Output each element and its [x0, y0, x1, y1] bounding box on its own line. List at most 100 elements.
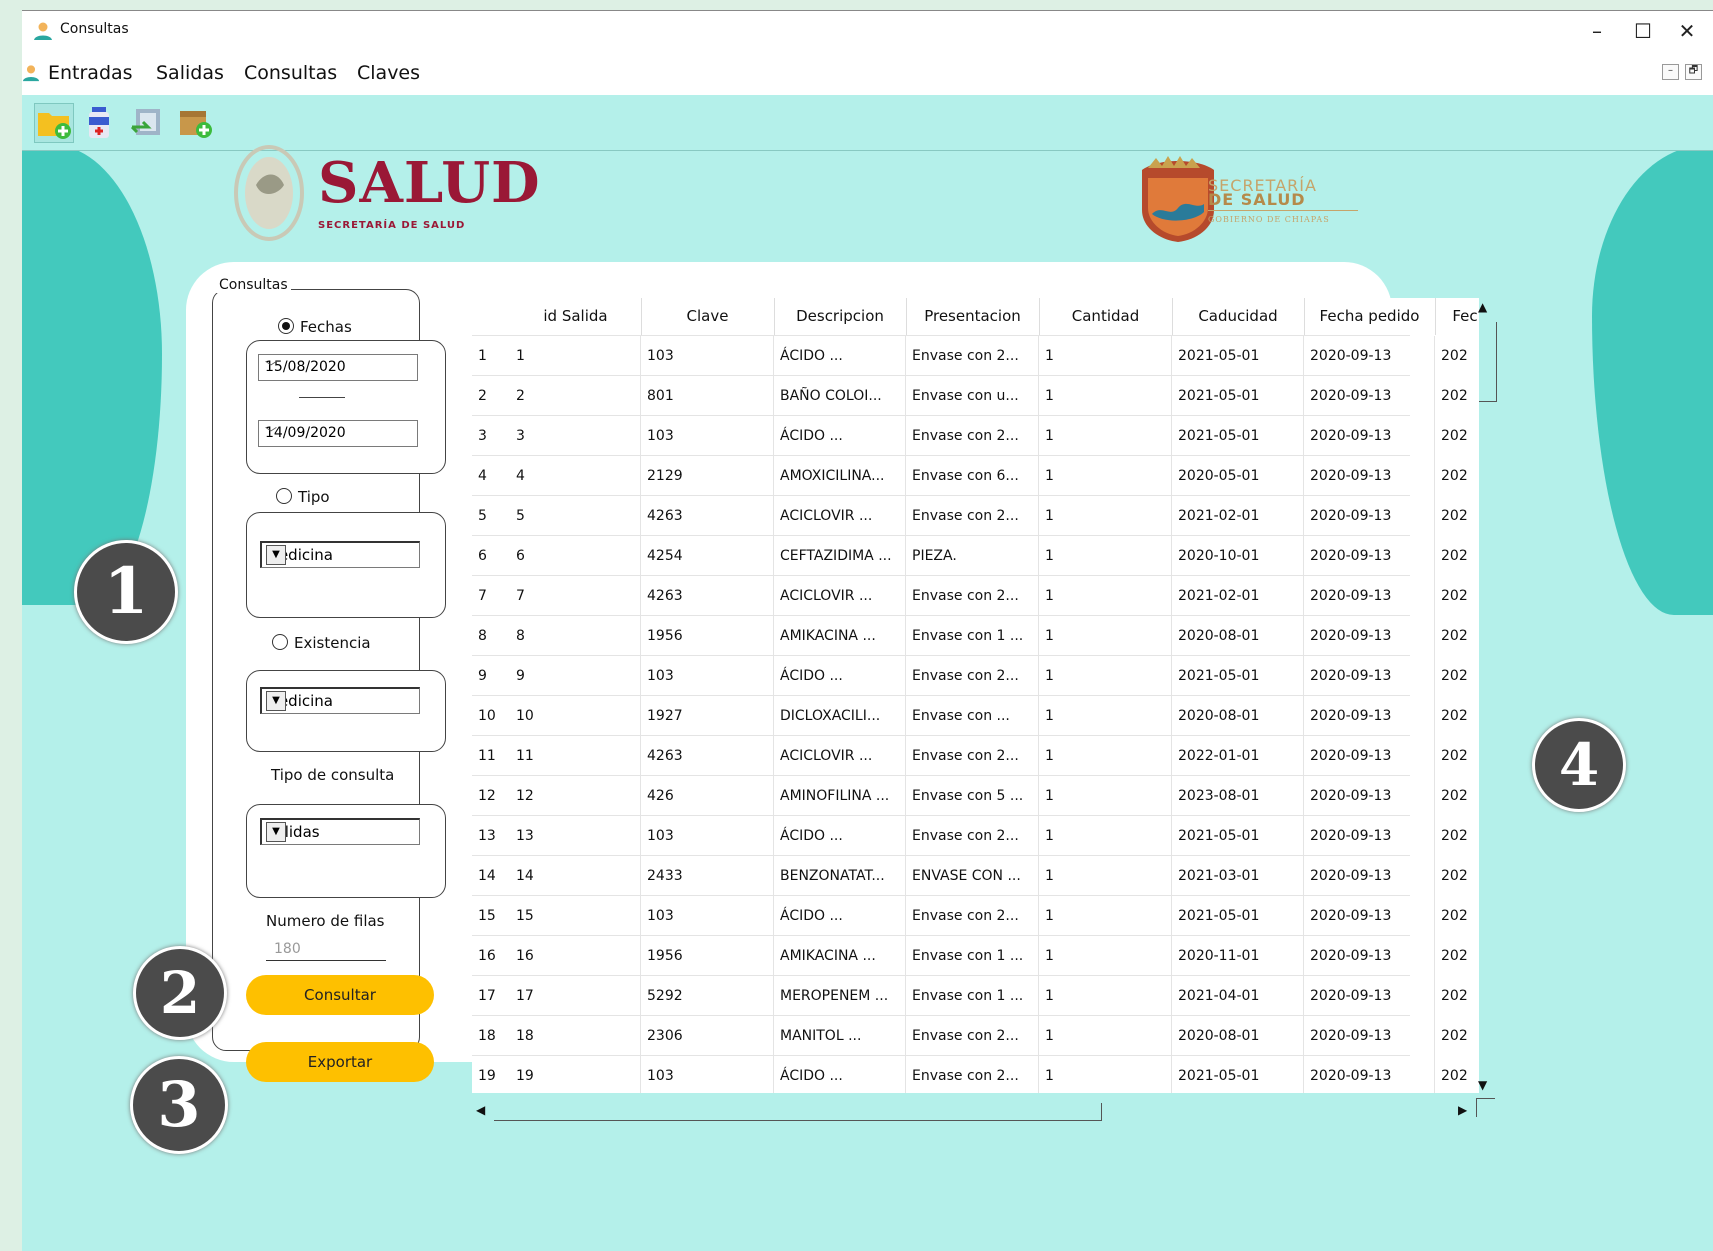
- table-cell[interactable]: 1: [1039, 576, 1172, 616]
- table-cell[interactable]: Envase con 2...: [906, 736, 1039, 776]
- table-cell[interactable]: 202: [1435, 736, 1479, 776]
- table-cell[interactable]: MEROPENEM ...: [774, 976, 906, 1016]
- table-cell[interactable]: ACICLOVIR ...: [774, 736, 906, 776]
- table-cell[interactable]: 4: [510, 456, 641, 496]
- table-row[interactable]: 12 12 426 AMINOFILINA ... Envase con 5 ... 1 2…: [472, 775, 1468, 816]
- column-header[interactable]: Clave: [641, 298, 775, 335]
- table-cell[interactable]: 2020-09-13: [1304, 896, 1435, 936]
- dropdown-arrow-icon[interactable]: ▼: [266, 545, 286, 565]
- radio-dot[interactable]: [272, 634, 288, 650]
- table-cell[interactable]: 1: [1039, 456, 1172, 496]
- table-row[interactable]: 2 2 801 BAÑO COLOI... Envase con u... 1 2021-0…: [472, 375, 1468, 416]
- table-cell[interactable]: 202: [1435, 776, 1479, 816]
- table-cell[interactable]: ÁCIDO ...: [774, 1056, 906, 1093]
- table-cell[interactable]: 2020-05-01: [1172, 456, 1304, 496]
- table-cell[interactable]: ÁCIDO ...: [774, 416, 906, 456]
- table-cell[interactable]: 11: [510, 736, 641, 776]
- table-cell[interactable]: Envase con 2...: [906, 496, 1039, 536]
- radio-existencia[interactable]: Existencia: [272, 634, 371, 652]
- table-cell[interactable]: 1: [1039, 1016, 1172, 1056]
- table-cell[interactable]: 202: [1435, 416, 1479, 456]
- table-cell[interactable]: 1: [1039, 656, 1172, 696]
- table-cell[interactable]: 2433: [641, 856, 774, 896]
- table-cell[interactable]: 4263: [641, 496, 774, 536]
- table-cell[interactable]: Envase con 1 ...: [906, 976, 1039, 1016]
- table-cell[interactable]: 202: [1435, 976, 1479, 1016]
- row-header-cell[interactable]: 12: [472, 776, 510, 816]
- table-cell[interactable]: 12: [510, 776, 641, 816]
- row-header-cell[interactable]: 2: [472, 376, 510, 416]
- table-cell[interactable]: 202: [1435, 616, 1479, 656]
- vertical-scrollbar-thumb[interactable]: [1479, 322, 1497, 402]
- table-cell[interactable]: 2021-05-01: [1172, 656, 1304, 696]
- table-cell[interactable]: 4263: [641, 736, 774, 776]
- table-cell[interactable]: 2020-09-13: [1304, 456, 1435, 496]
- menu-consultas[interactable]: Consultas: [244, 62, 337, 84]
- mdi-minimize-button[interactable]: –: [1662, 64, 1679, 80]
- table-cell[interactable]: 2020-09-13: [1304, 336, 1435, 376]
- row-header-cell[interactable]: 14: [472, 856, 510, 896]
- table-cell[interactable]: ÁCIDO ...: [774, 816, 906, 856]
- consultar-button[interactable]: Consultar: [246, 975, 434, 1015]
- table-cell[interactable]: 1: [1039, 416, 1172, 456]
- table-cell[interactable]: 16: [510, 936, 641, 976]
- table-row[interactable]: 4 4 2129 AMOXICILINA... Envase con 6... 1 2020…: [472, 455, 1468, 496]
- table-cell[interactable]: 2020-09-13: [1304, 736, 1435, 776]
- date-to-picker[interactable]: 14/09/2020 ﹀: [258, 420, 418, 447]
- table-cell[interactable]: BAÑO COLOI...: [774, 376, 906, 416]
- table-cell[interactable]: Envase con 2...: [906, 1056, 1039, 1093]
- box-add-icon[interactable]: [176, 103, 214, 141]
- table-cell[interactable]: Envase con 5 ...: [906, 776, 1039, 816]
- row-header-cell[interactable]: 5: [472, 496, 510, 536]
- table-cell[interactable]: 1: [1039, 976, 1172, 1016]
- table-cell[interactable]: Envase con 1 ...: [906, 616, 1039, 656]
- table-cell[interactable]: 2020-08-01: [1172, 1016, 1304, 1056]
- table-cell[interactable]: 3: [510, 416, 641, 456]
- table-cell[interactable]: 2021-05-01: [1172, 376, 1304, 416]
- table-cell[interactable]: 202: [1435, 816, 1479, 856]
- existencia-select[interactable]: Medicina ▼: [260, 687, 420, 714]
- row-header-cell[interactable]: 11: [472, 736, 510, 776]
- table-cell[interactable]: 1: [1039, 896, 1172, 936]
- table-cell[interactable]: 14: [510, 856, 641, 896]
- table-cell[interactable]: 9: [510, 656, 641, 696]
- row-header-cell[interactable]: 4: [472, 456, 510, 496]
- tipo-consulta-select[interactable]: Salidas ▼: [260, 818, 420, 845]
- column-header[interactable]: Presentacion: [906, 298, 1040, 335]
- table-row[interactable]: 19 19 103 ÁCIDO ... Envase con 2... 1 2021-05-…: [472, 1055, 1468, 1093]
- table-cell[interactable]: 15: [510, 896, 641, 936]
- table-cell[interactable]: 426: [641, 776, 774, 816]
- table-row[interactable]: 6 6 4254 CEFTAZIDIMA ... PIEZA. 1 2020-10-01 20…: [472, 535, 1468, 576]
- table-cell[interactable]: Envase con 2...: [906, 1016, 1039, 1056]
- row-header-cell[interactable]: 18: [472, 1016, 510, 1056]
- table-cell[interactable]: 2020-09-13: [1304, 1016, 1435, 1056]
- table-cell[interactable]: 1: [1039, 936, 1172, 976]
- column-header[interactable]: id Salida: [510, 298, 642, 335]
- table-cell[interactable]: 2021-05-01: [1172, 416, 1304, 456]
- table-cell[interactable]: 202: [1435, 696, 1479, 736]
- minimize-button[interactable]: –: [1574, 17, 1620, 45]
- table-cell[interactable]: 2020-09-13: [1304, 576, 1435, 616]
- table-cell[interactable]: 2021-02-01: [1172, 576, 1304, 616]
- table-cell[interactable]: 103: [641, 656, 774, 696]
- table-cell[interactable]: 2020-11-01: [1172, 936, 1304, 976]
- row-header-cell[interactable]: 1: [472, 336, 510, 376]
- table-cell[interactable]: 2020-09-13: [1304, 376, 1435, 416]
- row-header-cell[interactable]: 17: [472, 976, 510, 1016]
- close-button[interactable]: ✕: [1664, 17, 1710, 45]
- dropdown-arrow-icon[interactable]: ▼: [266, 822, 286, 842]
- table-row[interactable]: 3 3 103 ÁCIDO ... Envase con 2... 1 2021-05-01…: [472, 415, 1468, 456]
- table-cell[interactable]: 2020-09-13: [1304, 696, 1435, 736]
- table-row[interactable]: 15 15 103 ÁCIDO ... Envase con 2... 1 2021-05-…: [472, 895, 1468, 936]
- table-cell[interactable]: AMOXICILINA...: [774, 456, 906, 496]
- table-cell[interactable]: 2020-08-01: [1172, 696, 1304, 736]
- table-cell[interactable]: 4254: [641, 536, 774, 576]
- table-cell[interactable]: 801: [641, 376, 774, 416]
- table-cell[interactable]: 1: [1039, 816, 1172, 856]
- table-cell[interactable]: 2021-05-01: [1172, 896, 1304, 936]
- scroll-up-icon[interactable]: ▲: [1478, 300, 1487, 314]
- table-cell[interactable]: Envase con u...: [906, 376, 1039, 416]
- table-cell[interactable]: 1: [1039, 536, 1172, 576]
- table-cell[interactable]: 1: [1039, 1056, 1172, 1093]
- row-header-cell[interactable]: 9: [472, 656, 510, 696]
